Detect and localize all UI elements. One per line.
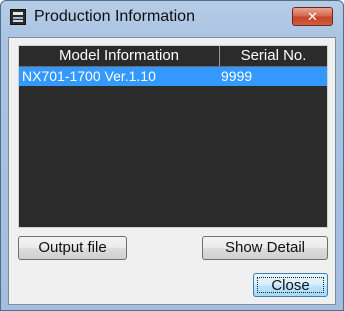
close-window-button[interactable]: ✕ xyxy=(292,7,333,26)
cell-model-information: NX701-1700 Ver.1.10 xyxy=(22,68,156,84)
app-icon xyxy=(10,9,26,25)
dialog-body: Model Information Serial No. NX701-1700 … xyxy=(8,37,336,305)
column-header-serial-no[interactable]: Serial No. xyxy=(220,46,327,66)
production-information-dialog: Production Information ✕ Model Informati… xyxy=(0,0,344,311)
production-info-list[interactable]: Model Information Serial No. NX701-1700 … xyxy=(18,45,328,228)
column-header-model-information[interactable]: Model Information xyxy=(19,46,220,66)
table-row[interactable]: NX701-1700 Ver.1.10 9999 xyxy=(19,67,327,86)
cell-serial-no: 9999 xyxy=(221,68,253,84)
close-button-label: Close xyxy=(257,277,324,294)
close-button[interactable]: Close xyxy=(253,273,328,297)
dialog-title: Production Information xyxy=(34,8,195,25)
output-file-button[interactable]: Output file xyxy=(18,236,127,260)
show-detail-button[interactable]: Show Detail xyxy=(202,236,328,260)
close-icon: ✕ xyxy=(307,9,318,24)
list-header: Model Information Serial No. xyxy=(19,46,327,67)
title-bar[interactable]: Production Information ✕ xyxy=(1,1,343,35)
